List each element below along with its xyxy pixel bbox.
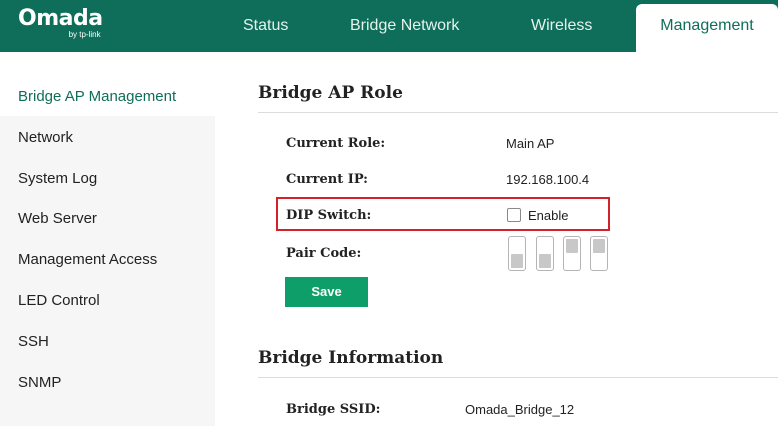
pair-code-switch-4[interactable] (590, 236, 608, 271)
section-title-text: Bridge Information (258, 348, 444, 368)
pair-code-switch-2[interactable] (536, 236, 554, 271)
current-ip-value: 192.168.100.4 (506, 172, 590, 187)
switch-knob (593, 239, 605, 253)
sidebar-item-bridge-ap-management[interactable]: Bridge AP Management (0, 78, 215, 116)
sidebar-item-web-server[interactable]: Web Server (0, 200, 215, 238)
current-ip-label: Current IP: (286, 172, 368, 187)
section-divider (258, 112, 778, 113)
sidebar-item-snmp[interactable]: SNMP (0, 364, 215, 402)
brand-name: Omada (18, 6, 103, 31)
tab-management[interactable]: Management (636, 4, 778, 52)
sidebar-item-network[interactable]: Network (0, 119, 215, 157)
switch-knob (539, 254, 551, 268)
dip-switch-enable-checkbox[interactable] (507, 208, 521, 222)
dip-switch-label: DIP Switch: (286, 208, 372, 223)
section-title-text: Bridge AP Role (258, 83, 403, 103)
section-title-bridge-information: Bridge Information (258, 348, 778, 378)
section-divider (258, 377, 778, 378)
pair-code-label: Pair Code: (286, 246, 362, 261)
current-role-value: Main AP (506, 136, 555, 151)
tab-bridge-network[interactable]: Bridge Network (350, 0, 459, 52)
tab-wireless[interactable]: Wireless (531, 0, 592, 52)
current-role-label: Current Role: (286, 136, 386, 151)
section-title-bridge-ap-role: Bridge AP Role (258, 83, 778, 113)
bridge-ssid-label: Bridge SSID: (286, 402, 381, 417)
pair-code-switch-1[interactable] (508, 236, 526, 271)
save-button[interactable]: Save (285, 277, 368, 307)
top-nav-bar: Omada by tp-link Status Bridge Network W… (0, 0, 778, 52)
pair-code-switch-3[interactable] (563, 236, 581, 271)
tab-status[interactable]: Status (243, 0, 288, 52)
sidebar-item-ssh[interactable]: SSH (0, 323, 215, 361)
switch-knob (511, 254, 523, 268)
sidebar-item-system-log[interactable]: System Log (0, 160, 215, 198)
switch-knob (566, 239, 578, 253)
omada-logo[interactable]: Omada by tp-link (18, 6, 103, 40)
brand-sub: by tp-link (68, 30, 101, 39)
dip-switch-enable-label[interactable]: Enable (528, 208, 568, 223)
bridge-ssid-value: Omada_Bridge_12 (465, 402, 575, 417)
sidebar-item-management-access[interactable]: Management Access (0, 241, 215, 279)
sidebar-item-led-control[interactable]: LED Control (0, 282, 215, 320)
